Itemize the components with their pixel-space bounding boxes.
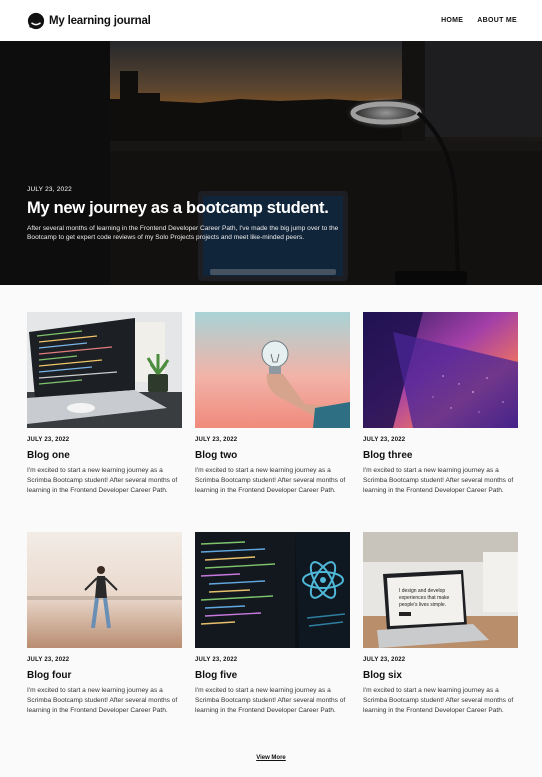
post-date: JULY 23, 2022 — [27, 437, 70, 443]
post-image-lightbulb — [195, 312, 350, 428]
post-date: JULY 23, 2022 — [27, 657, 70, 663]
post-title[interactable]: Blog five — [195, 670, 350, 681]
svg-text:experiences that make: experiences that make — [399, 595, 450, 601]
main-nav: HOME ABOUT ME — [441, 17, 517, 24]
hero-date: JULY 23, 2022 — [27, 186, 73, 193]
posts-grid: JULY 23, 2022 Blog one I'm excited to st… — [27, 312, 518, 752]
blog-card[interactable]: JULY 23, 2022 Blog two I'm excited to st… — [195, 312, 350, 532]
blog-card[interactable]: JULY 23, 2022 Blog three I'm excited to … — [363, 312, 518, 532]
nav-about-link[interactable]: ABOUT ME — [477, 17, 517, 24]
post-title[interactable]: Blog one — [27, 450, 182, 461]
nav-home-link[interactable]: HOME — [441, 17, 463, 24]
post-date: JULY 23, 2022 — [363, 657, 406, 663]
hero-section[interactable]: JULY 23, 2022 My new journey as a bootca… — [0, 41, 542, 285]
hero-image — [0, 41, 542, 285]
laptop-screen-text: I design and develop — [399, 588, 445, 594]
post-image-code-react — [195, 532, 350, 648]
post-image-beach — [27, 532, 182, 648]
blog-card[interactable]: I design and develop experiences that ma… — [363, 532, 518, 752]
post-excerpt: I'm excited to start a new learning jour… — [363, 467, 514, 494]
post-image-purple-building — [363, 312, 518, 428]
post-date: JULY 23, 2022 — [363, 437, 406, 443]
post-excerpt: I'm excited to start a new learning jour… — [27, 467, 178, 494]
post-excerpt: I'm excited to start a new learning jour… — [195, 467, 346, 494]
post-excerpt: I'm excited to start a new learning jour… — [363, 687, 514, 714]
blog-card[interactable]: JULY 23, 2022 Blog five I'm excited to s… — [195, 532, 350, 752]
hero-text: JULY 23, 2022 My new journey as a bootca… — [27, 186, 347, 243]
blog-card[interactable]: JULY 23, 2022 Blog four I'm excited to s… — [27, 532, 182, 752]
hero-title[interactable]: My new journey as a bootcamp student. — [27, 199, 347, 218]
blog-card[interactable]: JULY 23, 2022 Blog one I'm excited to st… — [27, 312, 182, 532]
post-title[interactable]: Blog two — [195, 450, 350, 461]
post-image-laptop — [27, 312, 182, 428]
post-excerpt: I'm excited to start a new learning jour… — [27, 687, 178, 714]
view-more-link[interactable]: View More — [256, 755, 286, 761]
logo-text: My learning journal — [49, 14, 151, 27]
hero-description: After several months of learning in the … — [27, 225, 339, 242]
logo-icon — [27, 12, 45, 29]
post-excerpt: I'm excited to start a new learning jour… — [195, 687, 346, 714]
post-title[interactable]: Blog six — [363, 670, 518, 681]
post-date: JULY 23, 2022 — [195, 437, 238, 443]
site-header: My learning journal HOME ABOUT ME — [0, 0, 542, 41]
posts-section: JULY 23, 2022 Blog one I'm excited to st… — [0, 285, 542, 764]
post-image-laptop-table: I design and develop experiences that ma… — [363, 532, 518, 648]
post-title[interactable]: Blog three — [363, 450, 518, 461]
post-date: JULY 23, 2022 — [195, 657, 238, 663]
post-title[interactable]: Blog four — [27, 670, 182, 681]
site-logo[interactable]: My learning journal — [27, 12, 151, 30]
svg-text:people's lives simple.: people's lives simple. — [399, 602, 446, 608]
